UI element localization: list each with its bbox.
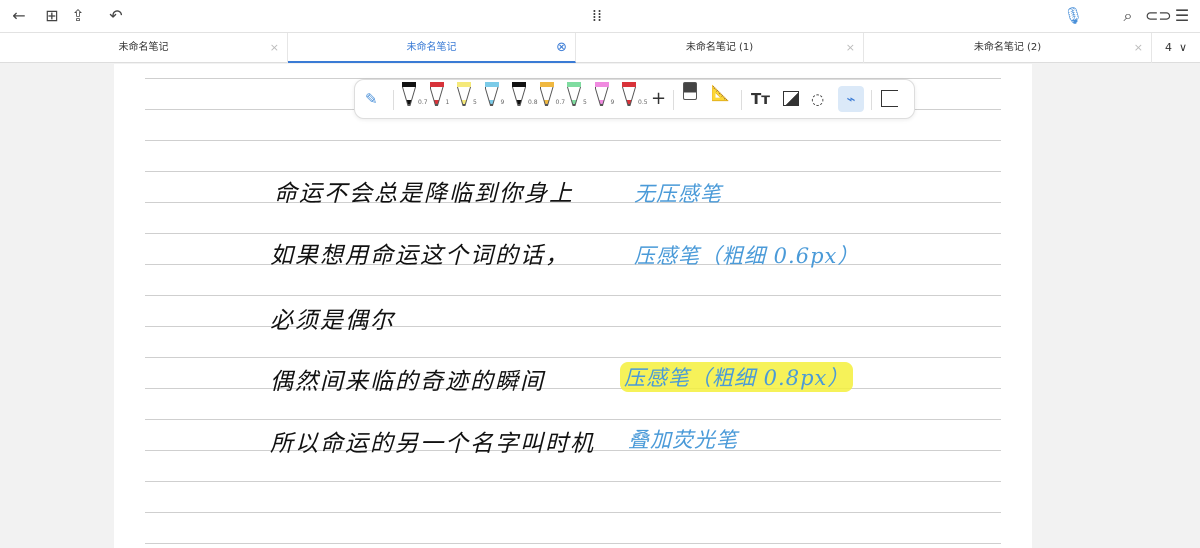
lasso-icon[interactable]: ◌	[811, 86, 824, 112]
page-corner-icon[interactable]	[881, 90, 898, 107]
ruled-line	[145, 233, 1001, 234]
pen-size: 1	[445, 99, 450, 106]
ruled-line	[145, 140, 1001, 141]
pen-tool-1[interactable]: 1	[429, 82, 449, 106]
note-line-blue: 叠加荧光笔	[628, 428, 738, 452]
pencil-icon[interactable]: ✎	[365, 86, 378, 112]
note-page[interactable]: 命运不会总是降临到你身上 如果想用命运这个词的话， 必须是偶尔 偶然间来临的奇迹…	[114, 64, 1032, 548]
pen-color-icon	[402, 82, 416, 87]
pen-tool-0[interactable]: 0.7	[402, 82, 428, 106]
tab-label: 未命名笔记 (2)	[973, 42, 1042, 53]
pen-color-icon	[594, 82, 609, 87]
add-pen-button[interactable]: +	[651, 86, 666, 112]
tab-note-active[interactable]: 未命名笔记 ⊗	[288, 33, 576, 63]
ruled-line	[145, 512, 1001, 513]
microphone-icon[interactable]: 🎙	[1063, 7, 1083, 25]
highlighter-overlay-icon[interactable]: ⌁	[838, 86, 864, 112]
toggle-icon[interactable]: ⊂⊃	[1145, 7, 1172, 25]
search-icon[interactable]: ⌕	[1118, 7, 1138, 25]
pen-size: 0.7	[418, 99, 428, 106]
pen-size: 9	[500, 99, 505, 106]
pen-tool-2[interactable]: 5	[457, 82, 477, 106]
back-arrow-icon[interactable]: ←	[9, 7, 29, 25]
divider	[871, 90, 872, 110]
pen-color-icon	[512, 82, 526, 87]
ruled-line	[145, 295, 1001, 296]
note-line: 必须是偶尔	[270, 308, 395, 334]
close-icon[interactable]: ×	[1134, 33, 1143, 62]
tab-label: 未命名笔记	[406, 42, 457, 53]
ruler-icon[interactable]: 📐	[711, 80, 730, 106]
chevron-down-icon: ∨	[1178, 41, 1188, 54]
ruled-line	[145, 171, 1001, 172]
pen-color-icon	[429, 82, 444, 87]
pen-tool-5[interactable]: 0.7	[539, 82, 565, 106]
grid-icon[interactable]: ⊞	[42, 7, 62, 25]
top-bar: ← ⊞ ⇪ ↶ ⁞⁞ 🎙 ⌕ ⊂⊃ ☰	[0, 0, 1200, 33]
note-line-blue: 无压感笔	[634, 182, 722, 206]
tab-overflow-button[interactable]: 4 ∨	[1152, 33, 1200, 62]
pen-size: 0.5	[638, 99, 648, 106]
close-icon[interactable]: ×	[846, 33, 855, 62]
export-icon[interactable]: ⇪	[68, 7, 88, 25]
pen-tool-7[interactable]: 9	[594, 82, 614, 106]
tab-bar: 未命名笔记 × 未命名笔记 ⊗ 未命名笔记 (1) × 未命名笔记 (2) × 4 ∨	[0, 33, 1200, 63]
pen-color-icon	[457, 82, 471, 87]
tab-count: 4	[1164, 41, 1172, 54]
note-line-blue: 压感笔（粗细 0.6px）	[634, 244, 860, 268]
pen-tool-8[interactable]: 0.5	[622, 82, 648, 106]
pen-color-icon	[567, 82, 581, 87]
eraser-icon[interactable]	[683, 82, 697, 100]
ruled-line	[145, 419, 1001, 420]
pen-size: 9	[610, 99, 615, 106]
tab-note-2[interactable]: 未命名笔记 (2) ×	[864, 33, 1152, 63]
note-line: 如果想用命运这个词的话，	[270, 243, 570, 269]
divider	[393, 90, 394, 110]
close-icon[interactable]: ×	[270, 33, 279, 62]
close-icon[interactable]: ⊗	[556, 33, 567, 62]
apps-grid-icon[interactable]: ⁞⁞	[587, 7, 607, 25]
pen-color-icon	[622, 82, 636, 87]
pen-size: 0.7	[555, 99, 566, 106]
ruled-line	[145, 481, 1001, 482]
divider	[741, 90, 742, 110]
undo-icon[interactable]: ↶	[106, 7, 126, 25]
note-line-highlighted: 压感笔（粗细 0.8px）	[620, 362, 854, 392]
tab-note-1[interactable]: 未命名笔记 (1) ×	[576, 33, 864, 63]
pen-size: 5	[473, 99, 477, 106]
tab-label: 未命名笔记 (1)	[685, 42, 754, 53]
ruled-line	[145, 543, 1001, 544]
ruled-line	[145, 357, 1001, 358]
text-tool-icon[interactable]: Tт	[751, 86, 770, 112]
divider	[673, 90, 674, 110]
note-line: 所以命运的另一个名字叫时机	[270, 431, 595, 457]
pen-color-icon	[484, 82, 499, 87]
tab-note[interactable]: 未命名笔记 ×	[0, 33, 288, 63]
pen-tool-6[interactable]: 5	[567, 82, 587, 106]
tab-label: 未命名笔记	[118, 42, 169, 53]
pen-toolbar: ✎ 0.7 1 5 9 0.8 0.7 5 9 0.5 + 📐 Tт ◌ ⌁	[354, 79, 915, 119]
pen-size: 5	[583, 99, 587, 106]
image-icon[interactable]	[783, 91, 799, 106]
note-line: 偶然间来临的奇迹的瞬间	[270, 369, 545, 395]
pen-tool-4[interactable]: 0.8	[512, 82, 538, 106]
menu-collapse-icon[interactable]: ☰	[1172, 7, 1192, 25]
pen-tool-3[interactable]: 9	[484, 82, 504, 106]
note-line: 命运不会总是降临到你身上	[274, 181, 574, 207]
pen-color-icon	[539, 82, 554, 87]
pen-size: 0.8	[528, 99, 538, 106]
